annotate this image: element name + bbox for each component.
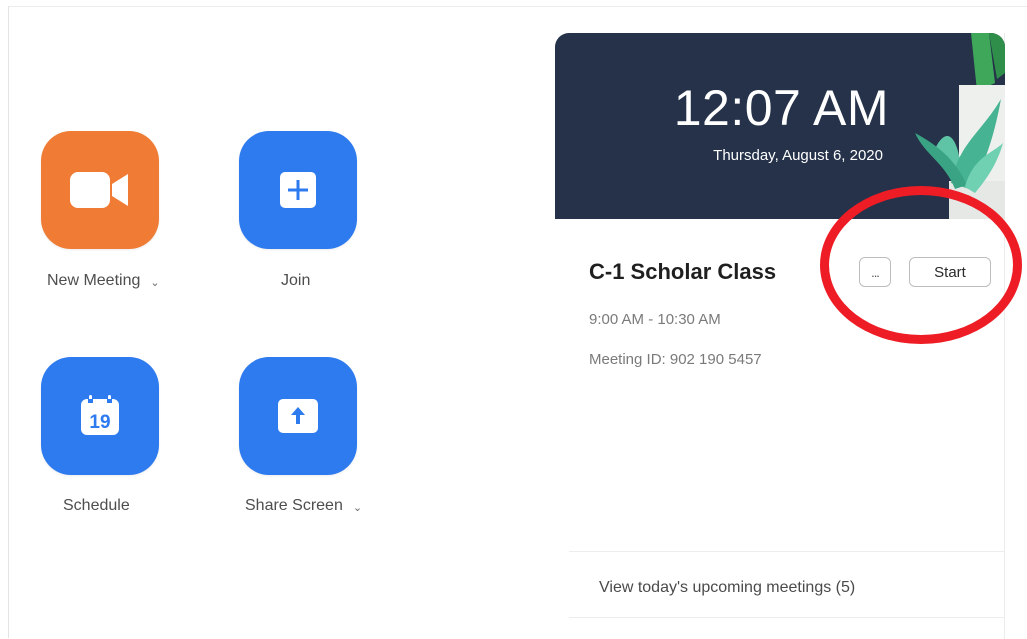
new-meeting-label[interactable]: New Meeting ⌄ [47,272,160,290]
chevron-down-icon[interactable]: ⌄ [150,276,159,289]
share-screen-text: Share Screen [245,497,343,514]
current-time: 12:07 AM [673,80,889,136]
share-screen-button[interactable] [239,357,357,475]
upcoming-meeting-panel: 12:07 AM Thursday, August 6, 2020 C-1 Sc… [555,33,1005,639]
start-meeting-button[interactable]: Start [909,257,991,287]
schedule-button[interactable]: 19 [41,357,159,475]
video-camera-icon [70,172,128,208]
plant-illustration [915,33,1005,219]
upload-arrow-icon [278,399,318,433]
plus-icon [280,172,316,208]
view-upcoming-meetings-link[interactable]: View today's upcoming meetings (5) [599,579,855,597]
footer-divider-top [569,551,1005,552]
chevron-down-icon[interactable]: ⌄ [353,501,362,514]
more-options-button[interactable]: ... [859,257,891,287]
join-button[interactable] [239,131,357,249]
calendar-icon: 19 [81,395,119,435]
meeting-title: C-1 Scholar Class [589,259,777,284]
share-screen-label[interactable]: Share Screen ⌄ [245,497,362,515]
join-text: Join [281,272,311,289]
schedule-text: Schedule [63,497,130,514]
footer-divider-bottom [569,617,1005,618]
meeting-time-range: 9:00 AM - 10:30 AM [589,311,721,328]
clock-banner: 12:07 AM Thursday, August 6, 2020 [555,33,1005,219]
zoom-home-window: New Meeting ⌄ Join 19 Schedule Share Scr… [8,6,1027,639]
new-meeting-button[interactable] [41,131,159,249]
schedule-label[interactable]: Schedule [63,497,130,515]
meeting-id: Meeting ID: 902 190 5457 [589,351,762,368]
calendar-day-number: 19 [89,412,110,433]
current-date: Thursday, August 6, 2020 [713,147,883,164]
new-meeting-text: New Meeting [47,272,141,289]
join-label[interactable]: Join [281,272,310,290]
